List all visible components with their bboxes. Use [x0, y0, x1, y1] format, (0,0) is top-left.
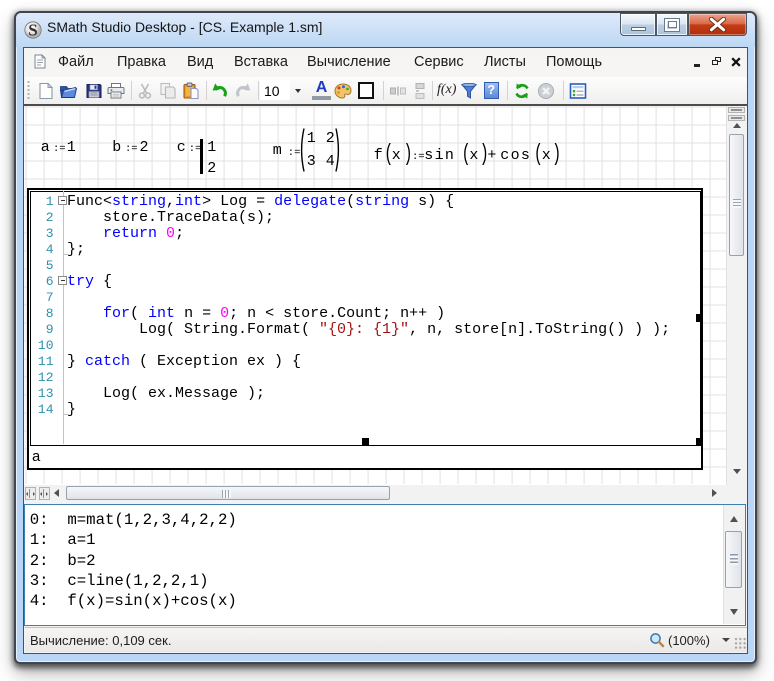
- svg-text:S: S: [28, 21, 37, 39]
